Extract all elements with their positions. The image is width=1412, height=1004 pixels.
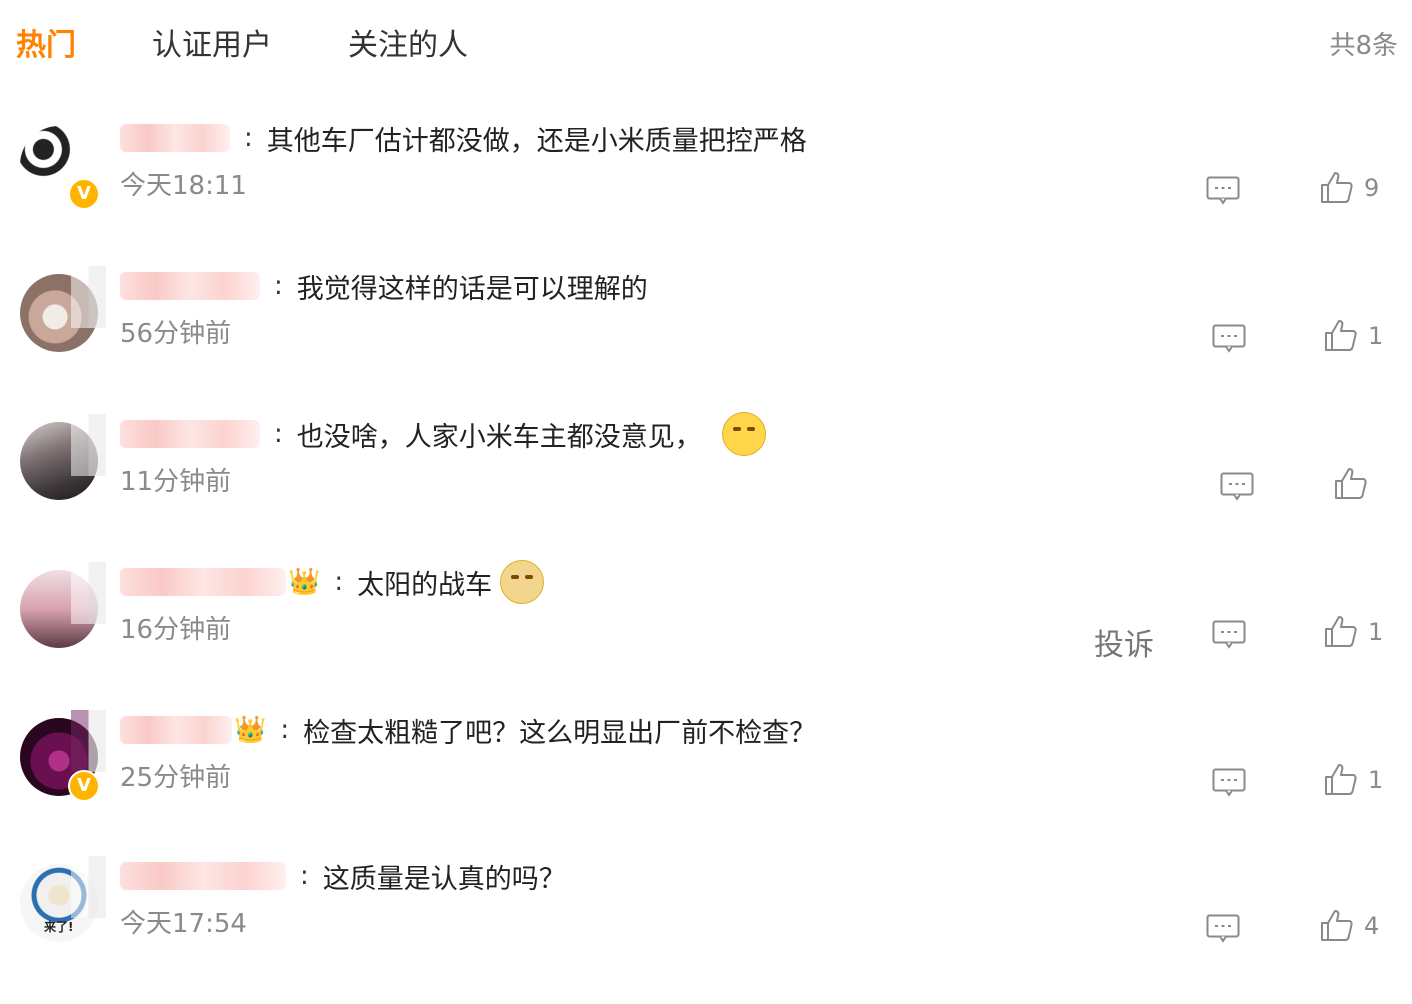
tab-verified-users[interactable]: 认证用户 [152,26,272,66]
comment-time: 16分钟前 [120,615,232,645]
comment-item: : 也没啥，人家小米车主都没意见， 11分钟前 [0,412,1412,562]
comment-bubble-icon[interactable] [1206,914,1240,944]
separator: : [274,419,283,449]
shh-emoji-icon [721,412,766,456]
crown-badge-icon: 👑 [234,715,267,745]
comment-item: 👑 : 太阳的战车 16分钟前 投诉 1 [0,560,1412,710]
avatar-mosaic [48,710,106,772]
username-blurred[interactable] [120,124,230,152]
comment-time: 今天18:11 [120,171,247,201]
verified-badge-icon: V [68,770,100,802]
comment-time: 56分钟前 [120,319,232,349]
separator: : [280,715,290,745]
thumbs-up-icon[interactable] [1324,318,1358,352]
verified-badge-icon: V [68,178,100,210]
comment-bubble-icon[interactable] [1212,324,1246,354]
comment-text: 其他车厂估计都没做，还是小米质量把控严格 [266,125,807,157]
comment-bubble-icon[interactable] [1212,620,1246,650]
username-blurred[interactable] [120,568,286,596]
avatar-mosaic [48,562,106,624]
comment-header: 👑 : 太阳的战车 [120,560,545,604]
comment-bubble-icon[interactable] [1206,176,1240,206]
avatar-mosaic [48,266,106,328]
like-count: 1 [1368,618,1384,646]
like-count: 9 [1364,174,1380,202]
comment-item: : 我觉得这样的话是可以理解的 56分钟前 1 [0,266,1412,414]
thumbs-up-icon[interactable] [1334,466,1368,500]
like-count: 4 [1364,912,1380,940]
tab-hot[interactable]: 热门 [16,26,76,66]
comment-header: : 其他车厂估计都没做，还是小米质量把控严格 [120,118,807,158]
thumbs-up-icon[interactable] [1324,762,1358,796]
separator: : [300,861,309,891]
crown-badge-icon: 👑 [288,567,321,597]
doge-emoji-icon [500,560,545,604]
comment-text: 这质量是认真的吗？ [322,863,566,895]
username-blurred[interactable] [120,716,232,744]
thumbs-up-icon[interactable] [1324,614,1358,648]
comment-text: 也没啥，人家小米车主都没意见， [296,421,702,453]
comment-time: 11分钟前 [120,467,232,497]
comment-header: 👑 : 检查太粗糙了吧？这么明显出厂前不检查？ [120,710,816,750]
comment-text: 我觉得这样的话是可以理解的 [296,273,648,305]
comment-bubble-icon[interactable] [1220,472,1254,502]
comment-header: : 我觉得这样的话是可以理解的 [120,266,648,306]
like-count: 1 [1368,766,1384,794]
separator: : [274,271,283,301]
username-blurred[interactable] [120,862,286,890]
avatar-mosaic [48,414,106,476]
comment-header: : 也没啥，人家小米车主都没意见， [120,412,766,456]
comment-item: V 👑 : 检查太粗糙了吧？这么明显出厂前不检查？ 25分钟前 1 [0,710,1412,858]
comment-header: : 这质量是认真的吗？ [120,856,566,896]
thumbs-up-icon[interactable] [1320,170,1354,204]
tab-following[interactable]: 关注的人 [348,26,468,66]
separator: : [244,123,253,153]
avatar-caption: 来了! [44,920,74,934]
total-count: 共8条 [1329,31,1398,61]
comment-text: 太阳的战车 [357,569,493,601]
comment-item: 来了! : 这质量是认真的吗？ 今天17:54 4 [0,856,1412,1004]
separator: : [334,567,344,597]
comment-time: 25分钟前 [120,763,232,793]
thumbs-up-icon[interactable] [1320,908,1354,942]
comment-bubble-icon[interactable] [1212,768,1246,798]
username-blurred[interactable] [120,272,260,300]
comment-item: V : 其他车厂估计都没做，还是小米质量把控严格 今天18:11 9 [0,118,1412,266]
report-button[interactable]: 投诉 [1094,620,1154,664]
like-count: 1 [1368,322,1384,350]
comment-time: 今天17:54 [120,909,247,939]
comment-tabs: 热门 认证用户 关注的人 共8条 [0,0,1412,92]
avatar-mosaic [48,856,106,918]
comment-text: 检查太粗糙了吧？这么明显出厂前不检查？ [303,717,817,749]
username-blurred[interactable] [120,420,260,448]
